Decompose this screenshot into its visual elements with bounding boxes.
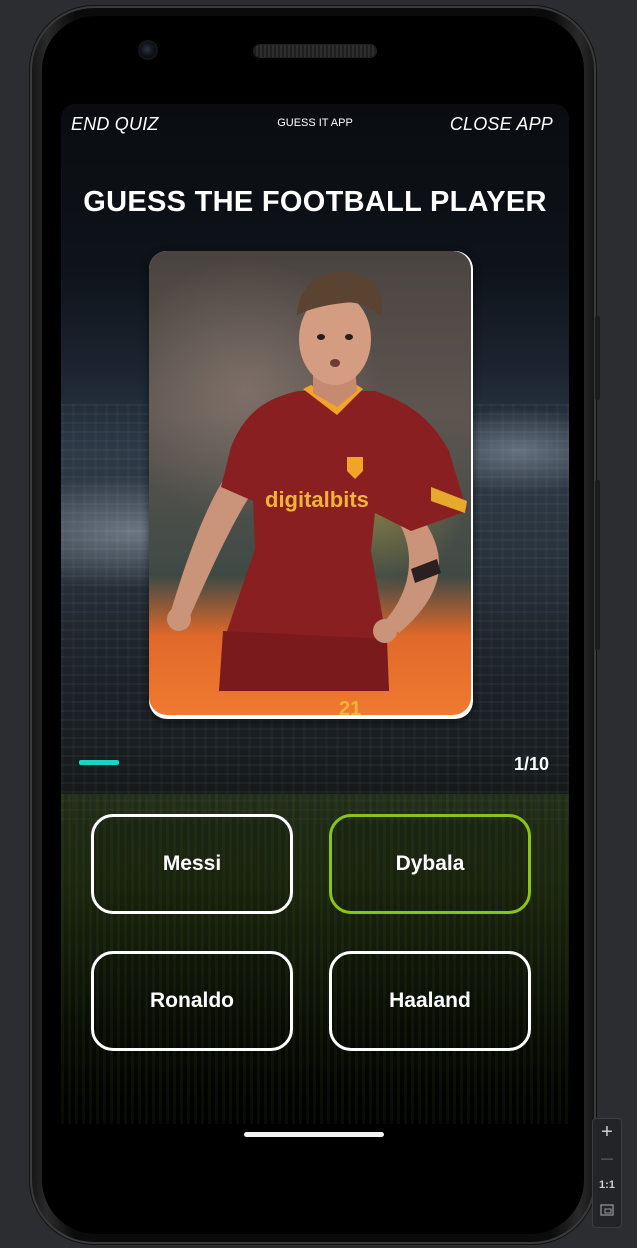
quiz-title: GUESS THE FOOTBALL PLAYER — [83, 186, 547, 218]
shirt-number: 21 — [339, 698, 361, 715]
top-bar: END QUIZ GUESS IT APP CLOSE APP — [61, 104, 569, 144]
home-indicator[interactable] — [244, 1132, 384, 1137]
power-button[interactable] — [595, 480, 600, 650]
zoom-out-button[interactable]: — — [593, 1151, 621, 1165]
zoom-in-button[interactable]: + — [593, 1121, 621, 1144]
app-screen: END QUIZ GUESS IT APP CLOSE APP GUESS TH… — [61, 104, 569, 1124]
player-photo: digitalbits 21 — [149, 251, 471, 715]
player-illustration: digitalbits 21 — [167, 272, 467, 715]
fit-screen-icon[interactable] — [593, 1203, 621, 1221]
actual-size-button[interactable]: 1:1 — [593, 1179, 621, 1191]
sponsor-text: digitalbits — [265, 487, 369, 512]
earpiece-speaker — [254, 45, 376, 57]
answer-option-dybala[interactable]: Dybala — [329, 814, 531, 914]
answer-option-messi[interactable]: Messi — [91, 814, 293, 914]
player-card: digitalbits 21 — [149, 251, 473, 719]
volume-button[interactable] — [595, 316, 600, 400]
emulator-zoom-toolbar: + — 1:1 — [592, 1118, 622, 1228]
quiz-progress-bar — [79, 760, 119, 765]
front-camera — [140, 42, 156, 58]
answer-option-haaland[interactable]: Haaland — [329, 951, 531, 1051]
question-counter: 1/10 — [513, 754, 549, 774]
close-app-button[interactable]: CLOSE APP — [450, 114, 553, 135]
answer-option-ronaldo[interactable]: Ronaldo — [91, 951, 293, 1051]
